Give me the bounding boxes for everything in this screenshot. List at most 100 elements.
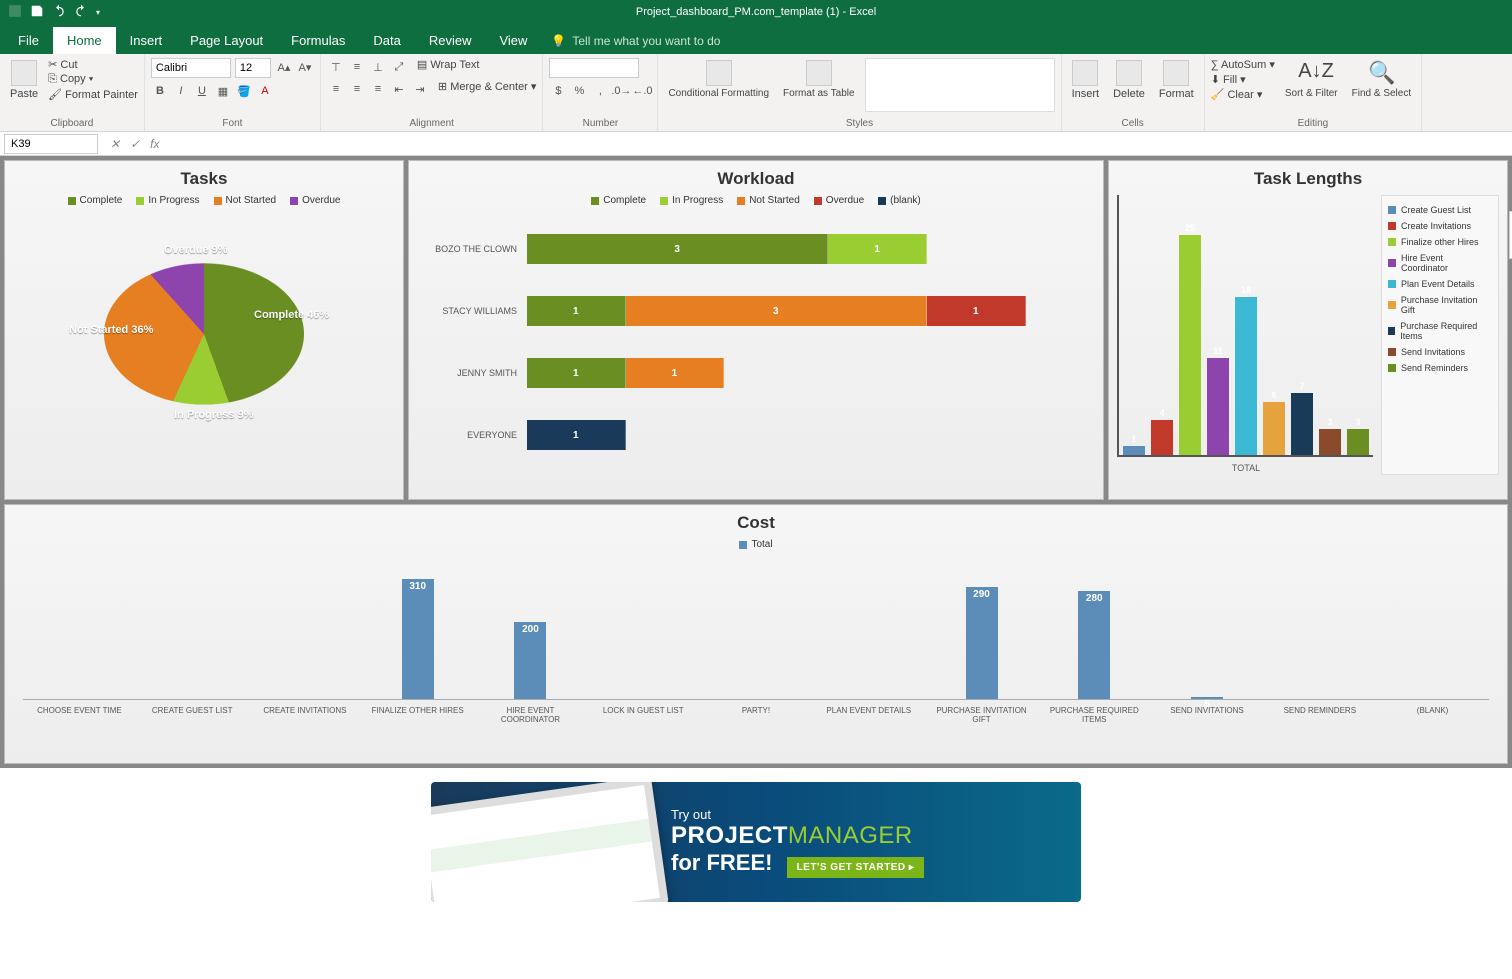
decrease-font-icon[interactable]: A▾ bbox=[296, 58, 314, 76]
tell-me-search[interactable]: 💡 Tell me what you want to do bbox=[551, 34, 720, 54]
tab-view[interactable]: View bbox=[485, 27, 541, 54]
name-box[interactable] bbox=[4, 134, 98, 154]
insert-cells-button[interactable]: Insert bbox=[1068, 58, 1104, 102]
cost-bar: 280 bbox=[1078, 591, 1110, 699]
tab-review[interactable]: Review bbox=[415, 27, 486, 54]
number-format-select[interactable] bbox=[549, 58, 639, 78]
cost-title: Cost bbox=[13, 513, 1499, 533]
workload-row: JENNY SMITH11 bbox=[527, 348, 1075, 398]
cost-column-label: HIRE EVENT COORDINATOR bbox=[474, 704, 587, 726]
pie-label-overdue: Overdue 9% bbox=[164, 244, 228, 256]
cost-column-label: PURCHASE INVITATION GIFT bbox=[925, 704, 1038, 726]
border-button[interactable]: ▦ bbox=[214, 82, 232, 100]
tab-home[interactable]: Home bbox=[53, 27, 116, 54]
cell-styles-gallery[interactable] bbox=[865, 58, 1055, 112]
group-alignment: ⊤ ≡ ⊥ ⤢ ▤ Wrap Text ≡ ≡ ≡ ⇤ ⇥ ⊞ Merge & … bbox=[321, 54, 544, 131]
workload-panel[interactable]: Workload Complete In Progress Not Starte… bbox=[408, 160, 1104, 500]
bold-button[interactable]: B bbox=[151, 82, 169, 100]
autosum-button[interactable]: ∑ AutoSum ▾ bbox=[1211, 58, 1275, 71]
font-color-button[interactable]: A bbox=[256, 82, 274, 100]
qat-dropdown-icon[interactable]: ▾ bbox=[96, 8, 100, 17]
pie-label-inprogress: In Progress 9% bbox=[174, 409, 253, 421]
delete-cells-button[interactable]: Delete bbox=[1109, 58, 1149, 102]
tab-formulas[interactable]: Formulas bbox=[277, 27, 359, 54]
format-as-table-button[interactable]: Format as Table bbox=[779, 58, 859, 101]
format-painter-button[interactable]: 🖌 Format Painter bbox=[48, 88, 138, 101]
cost-column: 200 bbox=[474, 560, 587, 699]
copy-button[interactable]: ⎘ Copy ▾ bbox=[48, 73, 138, 86]
sort-filter-button[interactable]: A↓ZSort & Filter bbox=[1281, 58, 1342, 101]
cut-button[interactable]: ✂ Cut bbox=[48, 58, 138, 71]
cost-column-label: CHOOSE EVENT TIME bbox=[23, 704, 136, 726]
align-bottom-icon[interactable]: ⊥ bbox=[369, 58, 387, 76]
ad-tryout-text: Try out bbox=[671, 807, 924, 822]
ribbon-tabs: File Home Insert Page Layout Formulas Da… bbox=[0, 24, 1512, 54]
cancel-formula-icon[interactable]: ✕ bbox=[110, 137, 120, 151]
cost-column-label: (BLANK) bbox=[1376, 704, 1489, 726]
percent-icon[interactable]: % bbox=[570, 82, 588, 100]
decrease-indent-icon[interactable]: ⇤ bbox=[390, 80, 408, 98]
cost-column: 5 bbox=[1151, 560, 1264, 699]
tab-file[interactable]: File bbox=[4, 27, 53, 54]
cost-column bbox=[23, 560, 136, 699]
orientation-icon[interactable]: ⤢ bbox=[390, 58, 408, 76]
cost-column-label: PURCHASE REQUIRED ITEMS bbox=[1038, 704, 1151, 726]
task-lengths-legend: Create Guest ListCreate InvitationsFinal… bbox=[1381, 195, 1499, 475]
enter-formula-icon[interactable]: ✓ bbox=[130, 137, 140, 151]
tasklen-bar-value: 6 bbox=[1263, 388, 1285, 400]
cost-bar-value: 200 bbox=[522, 624, 539, 635]
tasklen-bar-value: 1 bbox=[1123, 432, 1145, 444]
quick-access-toolbar: ▾ bbox=[0, 4, 108, 21]
tab-page-layout[interactable]: Page Layout bbox=[176, 27, 277, 54]
align-left-icon[interactable]: ≡ bbox=[327, 80, 345, 98]
undo-icon[interactable] bbox=[52, 4, 66, 21]
task-lengths-panel[interactable]: Task Lengths 142511186733TOTAL Create Gu… bbox=[1108, 160, 1508, 500]
ad-cta-button[interactable]: LET'S GET STARTED ▸ bbox=[787, 857, 925, 878]
find-select-button[interactable]: 🔍Find & Select bbox=[1348, 58, 1415, 101]
italic-button[interactable]: I bbox=[172, 82, 190, 100]
tasklen-bar-value: 3 bbox=[1319, 415, 1341, 427]
fx-icon[interactable]: fx bbox=[150, 137, 159, 151]
save-icon[interactable] bbox=[30, 4, 44, 21]
align-middle-icon[interactable]: ≡ bbox=[348, 58, 366, 76]
merge-center-button[interactable]: ⊞ Merge & Center ▾ bbox=[438, 80, 537, 98]
tasklen-legend-item: Purchase Invitation Gift bbox=[1388, 292, 1492, 318]
align-right-icon[interactable]: ≡ bbox=[369, 80, 387, 98]
currency-icon[interactable]: $ bbox=[549, 82, 567, 100]
tab-data[interactable]: Data bbox=[359, 27, 414, 54]
group-clipboard: Paste ✂ Cut ⎘ Copy ▾ 🖌 Format Painter Cl… bbox=[0, 54, 145, 131]
tasklen-legend-item: Plan Event Details bbox=[1388, 276, 1492, 292]
underline-button[interactable]: U bbox=[193, 82, 211, 100]
comma-icon[interactable]: , bbox=[591, 82, 609, 100]
cost-bar-value: 5 bbox=[1204, 699, 1210, 710]
increase-decimal-icon[interactable]: .0→ bbox=[612, 82, 630, 100]
font-name-select[interactable] bbox=[151, 58, 231, 78]
align-top-icon[interactable]: ⊤ bbox=[327, 58, 345, 76]
align-center-icon[interactable]: ≡ bbox=[348, 80, 366, 98]
formula-input[interactable] bbox=[167, 134, 1512, 154]
tasklen-bar: 1 bbox=[1123, 446, 1145, 455]
decrease-decimal-icon[interactable]: ←.0 bbox=[633, 82, 651, 100]
sort-filter-icon: A↓Z bbox=[1298, 60, 1324, 86]
redo-icon[interactable] bbox=[74, 4, 88, 21]
tasklen-legend-item: Hire Event Coordinator bbox=[1388, 250, 1492, 276]
cost-column-label: LOCK IN GUEST LIST bbox=[587, 704, 700, 726]
tasks-panel[interactable]: Tasks Complete In Progress Not Started O… bbox=[4, 160, 404, 500]
tab-insert[interactable]: Insert bbox=[116, 27, 177, 54]
cost-panel[interactable]: Cost Total 3102002902805 CHOOSE EVENT TI… bbox=[4, 504, 1508, 764]
clear-button[interactable]: 🧹 Clear ▾ bbox=[1211, 88, 1275, 101]
conditional-formatting-button[interactable]: Conditional Formatting bbox=[664, 58, 773, 101]
fill-button[interactable]: ⬇ Fill ▾ bbox=[1211, 73, 1275, 86]
font-size-select[interactable] bbox=[235, 58, 271, 78]
wrap-text-button[interactable]: ▤ Wrap Text bbox=[417, 58, 480, 76]
paste-button[interactable]: Paste bbox=[6, 58, 42, 102]
tasks-pie-chart: Complete 46% In Progress 9% Not Started … bbox=[54, 214, 354, 444]
increase-indent-icon[interactable]: ⇥ bbox=[411, 80, 429, 98]
increase-font-icon[interactable]: A▴ bbox=[275, 58, 293, 76]
projectmanager-ad[interactable]: Try out PROJECTMANAGER for FREE! LET'S G… bbox=[431, 782, 1081, 902]
format-cells-button[interactable]: Format bbox=[1155, 58, 1198, 102]
workload-row: STACY WILLIAMS131 bbox=[527, 286, 1075, 336]
cost-column-label: PARTY! bbox=[700, 704, 813, 726]
workload-title: Workload bbox=[417, 169, 1095, 189]
fill-color-button[interactable]: 🪣 bbox=[235, 82, 253, 100]
